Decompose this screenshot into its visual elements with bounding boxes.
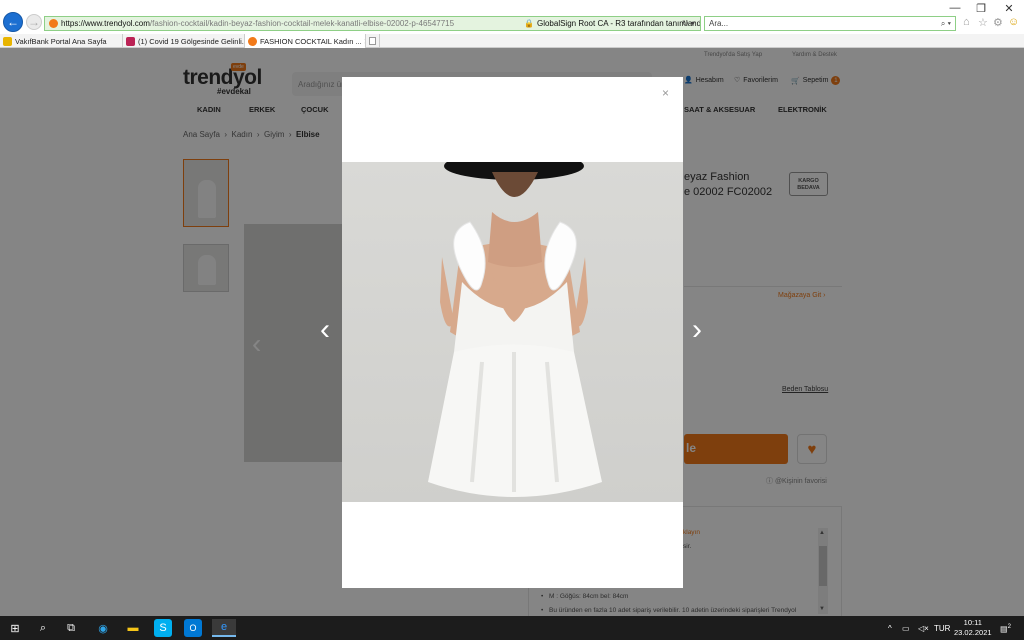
close-icon[interactable]: × bbox=[662, 86, 669, 100]
forward-icon[interactable]: → bbox=[26, 14, 42, 30]
tab-vakifbank[interactable]: VakıfBank Portal Ana Sayfa bbox=[0, 34, 123, 48]
search-icon[interactable]: ⌕ bbox=[34, 619, 52, 637]
outlook-icon[interactable]: O bbox=[184, 619, 202, 637]
new-tab-button[interactable] bbox=[366, 34, 380, 48]
dress-photo-illustration bbox=[428, 162, 602, 497]
home-icon[interactable]: ⌂ bbox=[963, 16, 970, 28]
minimize-icon[interactable]: — bbox=[942, 0, 968, 16]
tab-label: (1) Covid 19 Gölgesinde Gelinli... bbox=[138, 36, 245, 46]
search-placeholder: Ara... bbox=[709, 19, 729, 28]
file-explorer-icon[interactable]: ▬ bbox=[124, 619, 142, 637]
gear-icon[interactable]: ⚙ bbox=[993, 16, 1003, 29]
lock-icon: 🔒 bbox=[524, 19, 534, 28]
edge-icon[interactable]: ◉ bbox=[94, 619, 112, 637]
notification-count: 2 bbox=[1007, 624, 1011, 630]
tab-covid[interactable]: (1) Covid 19 Gölgesinde Gelinli... bbox=[123, 34, 245, 48]
close-window-icon[interactable]: ✕ bbox=[996, 0, 1022, 16]
windows-taskbar: ⊞ ⌕ ⧉ ◉ ▬ S O e ^ ▭ ◁× TUR 10:11 23.02.2… bbox=[0, 616, 1024, 640]
browser-toolbar: ← → https://www.trendyol.com/fashion-coc… bbox=[0, 0, 1024, 34]
tab-label: VakıfBank Portal Ana Sayfa bbox=[15, 36, 107, 46]
restore-icon[interactable]: ❐ bbox=[968, 0, 994, 16]
chevron-up-icon[interactable]: ^ bbox=[888, 624, 892, 633]
new-tab-icon bbox=[369, 37, 376, 45]
star-icon[interactable]: ☆ bbox=[978, 16, 988, 29]
notification-icon[interactable]: ▤2 bbox=[1000, 624, 1011, 634]
clock[interactable]: 10:11 23.02.2021 bbox=[954, 618, 992, 638]
modal-next-icon[interactable]: › bbox=[692, 313, 702, 347]
task-view-icon[interactable]: ⧉ bbox=[62, 619, 80, 637]
refresh-icon[interactable]: ↻ ▾ bbox=[682, 16, 702, 31]
search-icon[interactable]: ⌕ ▾ bbox=[941, 19, 951, 29]
tab-trendyol[interactable]: FASHION COCKTAIL Kadın ... ✕ bbox=[245, 34, 366, 48]
windows-start-icon[interactable]: ⊞ bbox=[6, 619, 24, 637]
url-path: /fashion-cocktail/kadin-beyaz-fashion-co… bbox=[149, 19, 455, 28]
smiley-icon[interactable]: ☺ bbox=[1008, 16, 1019, 28]
page-favicon-icon bbox=[126, 36, 135, 46]
clock-time: 10:11 bbox=[963, 618, 982, 627]
url-domain: https://www.trendyol.com bbox=[61, 19, 150, 28]
modal-prev-icon[interactable]: ‹ bbox=[320, 313, 330, 347]
network-icon[interactable]: ▭ bbox=[902, 624, 910, 633]
cert-text: GlobalSign Root CA - R3 tarafından tanım… bbox=[536, 19, 701, 28]
tab-strip: VakıfBank Portal Ana Sayfa (1) Covid 19 … bbox=[0, 34, 1024, 48]
site-favicon-icon bbox=[49, 19, 58, 28]
language-indicator[interactable]: TUR bbox=[934, 624, 950, 633]
tab-label: FASHION COCKTAIL Kadın ... bbox=[260, 36, 362, 46]
skype-icon[interactable]: S bbox=[154, 619, 172, 637]
internet-explorer-icon[interactable]: e bbox=[212, 619, 236, 637]
volume-icon[interactable]: ◁× bbox=[918, 624, 929, 633]
back-icon[interactable]: ← bbox=[3, 12, 23, 32]
browser-search-input[interactable]: Ara... ⌕ ▾ bbox=[704, 16, 956, 31]
zoomed-product-photo bbox=[342, 162, 683, 502]
certificate-info[interactable]: 🔒 GlobalSign Root CA - R3 tarafından tan… bbox=[512, 16, 701, 31]
vakifbank-favicon-icon bbox=[3, 36, 12, 46]
trendyol-favicon-icon bbox=[248, 36, 257, 46]
address-bar[interactable]: https://www.trendyol.com/fashion-cocktai… bbox=[44, 16, 513, 31]
clock-date: 23.02.2021 bbox=[954, 628, 992, 637]
